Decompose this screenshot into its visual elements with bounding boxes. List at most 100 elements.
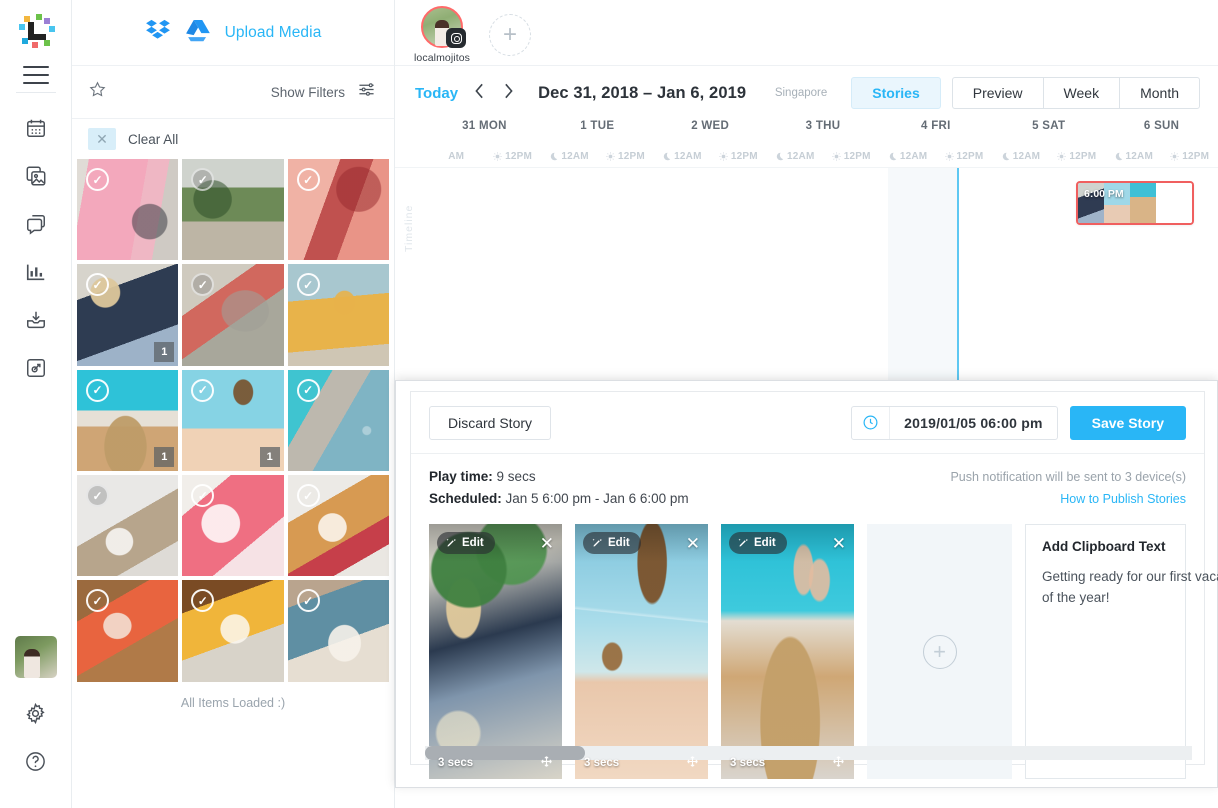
timeline-tick: 12AM (541, 151, 597, 162)
media-tile-select-check[interactable]: ✓ (296, 168, 320, 191)
clipboard-text: Getting ready for our first vaca of the y… (1042, 569, 1218, 605)
media-tile-select-check[interactable]: ✓ (296, 273, 320, 297)
clear-all-button[interactable]: Clear All (128, 132, 178, 147)
today-button[interactable]: Today (415, 85, 458, 102)
edit-slide-button[interactable]: Edit (729, 532, 787, 554)
menu-toggle-icon[interactable] (22, 66, 49, 84)
favorites-star-icon[interactable] (88, 80, 107, 104)
media-tile[interactable]: ✓ (182, 580, 284, 682)
media-tile[interactable]: ✓ 1 (182, 369, 284, 472)
app-root: Upload Media Show Filters ✕ Clear All ✓ … (0, 0, 1218, 808)
media-tile-select-check[interactable]: ✓ (296, 589, 320, 613)
next-week-button[interactable] (501, 83, 516, 104)
scheduled-story-block[interactable]: 6:00 PM (1076, 181, 1194, 225)
dropbox-icon[interactable] (145, 17, 171, 48)
remove-slide-button[interactable]: ✕ (686, 535, 700, 552)
slide-duration: 3 secs (584, 757, 620, 769)
media-tile[interactable]: ✓ (287, 580, 389, 682)
tab-preview[interactable]: Preview (951, 77, 1044, 109)
day-header-row: 31 MON 1 TUE 2 WED 3 THU 4 FRI 5 SAT 6 SUN (395, 120, 1218, 146)
media-tile[interactable]: ✓ (182, 264, 284, 366)
save-story-button[interactable]: Save Story (1069, 405, 1186, 440)
timeline-tick-label: 12PM (1069, 151, 1097, 162)
media-tile-select-check[interactable]: ✓ (86, 378, 109, 402)
timeline-tick: 12PM (484, 151, 540, 162)
avatar (421, 6, 466, 48)
timezone-label: Singapore (774, 87, 828, 99)
upload-media-button[interactable]: Upload Media (225, 24, 322, 42)
media-tile-select-check[interactable]: ✓ (191, 378, 215, 402)
remove-slide-button[interactable]: ✕ (540, 535, 554, 552)
media-grid: ✓ ✓ ✓ ✓ 1 ✓ ✓ ✓ 1 ✓ 1 ✓ ✓ ✓ ✓ ✓ ✓ ✓ (77, 159, 389, 682)
slide-bottom-bar: 3 secs (429, 747, 562, 779)
schedule-datetime-value: 2019/01/05 06:00 pm (904, 414, 1043, 431)
how-to-publish-link[interactable]: How to Publish Stories (950, 488, 1186, 510)
add-profile-button[interactable]: + (489, 14, 531, 56)
story-slide[interactable]: Edit ✕ 3 secs (721, 524, 854, 779)
media-tile[interactable]: ✓ (287, 264, 389, 366)
story-slide[interactable]: Edit ✕ 3 secs (575, 524, 708, 779)
timeline-tick: 12AM (879, 151, 935, 162)
editor-meta-right: Push notification will be sent to 3 devi… (950, 466, 1186, 510)
slide-duration: 3 secs (730, 757, 766, 769)
sidebar-item-collect[interactable] (23, 307, 49, 333)
media-tile[interactable]: ✓ (77, 580, 179, 682)
prev-week-button[interactable] (472, 83, 487, 104)
media-tile[interactable]: ✓ (77, 475, 179, 577)
media-tile[interactable]: ✓ (287, 475, 389, 577)
timeline-tick-label: 12PM (956, 151, 984, 162)
media-tile[interactable]: ✓ 1 (77, 369, 179, 472)
drag-handle-icon[interactable] (832, 755, 845, 771)
timeline-tick-label: 12PM (730, 151, 758, 162)
slide-top-bar: Edit ✕ (721, 524, 854, 562)
discard-story-button[interactable]: Discard Story (429, 405, 552, 440)
timeline-grid[interactable]: Timeline 6:00 PM (395, 168, 1218, 403)
sidebar-item-conversations[interactable] (23, 211, 49, 237)
clear-filter-chip[interactable]: ✕ (88, 128, 116, 150)
remove-slide-button[interactable]: ✕ (832, 535, 846, 552)
sidebar-item-linkinbio[interactable] (23, 355, 49, 381)
slide-top-bar: Edit ✕ (575, 524, 708, 562)
schedule-datetime-field[interactable]: 2019/01/05 06:00 pm (851, 405, 1058, 440)
timeline-tick: 12PM (936, 151, 992, 162)
sidebar-item-media[interactable] (23, 163, 49, 189)
clipboard-text-panel[interactable]: Add Clipboard Text Getting ready for our… (1025, 524, 1218, 779)
edit-slide-button[interactable]: Edit (583, 532, 641, 554)
account-avatar[interactable] (14, 636, 57, 678)
brand-logo-icon[interactable] (16, 12, 56, 52)
tab-week[interactable]: Week (1042, 77, 1121, 109)
media-tile[interactable]: ✓ 1 (77, 264, 179, 366)
filter-bar: Show Filters (72, 66, 394, 119)
media-tile-select-check[interactable]: ✓ (296, 484, 320, 508)
media-tile[interactable]: ✓ (287, 369, 389, 472)
media-grid-scroll[interactable]: ✓ ✓ ✓ ✓ 1 ✓ ✓ ✓ 1 ✓ 1 ✓ ✓ ✓ ✓ ✓ ✓ ✓ All Items Loaded :) (72, 159, 394, 808)
drag-handle-icon[interactable] (540, 755, 553, 771)
filter-sliders-icon[interactable] (357, 81, 376, 103)
tab-month[interactable]: Month (1119, 77, 1200, 109)
media-library-panel: Upload Media Show Filters ✕ Clear All ✓ … (72, 0, 395, 808)
story-block-time: 6:00 PM (1084, 188, 1124, 200)
story-slide[interactable]: Edit ✕ 3 secs (429, 524, 562, 779)
profile-username: localmojitos (413, 52, 471, 64)
media-tile[interactable]: ✓ (182, 159, 284, 261)
edit-slide-button[interactable]: Edit (437, 532, 495, 554)
timeline-tick-label: 12PM (505, 151, 533, 162)
day-column-label: 5 SAT (1032, 120, 1066, 132)
settings-gear-icon[interactable] (23, 700, 49, 726)
media-tile[interactable]: ✓ (77, 159, 179, 261)
media-tile[interactable]: ✓ (182, 475, 284, 577)
sidebar-item-calendar[interactable] (23, 115, 49, 141)
show-filters-button[interactable]: Show Filters (271, 85, 345, 100)
add-slide-button[interactable]: + (867, 524, 1012, 779)
sidebar-item-analytics[interactable] (23, 259, 49, 285)
media-tile-select-check[interactable]: ✓ (86, 484, 109, 508)
media-tile-select-check[interactable]: ✓ (86, 168, 109, 191)
media-tile-select-check[interactable]: ✓ (296, 378, 320, 402)
social-profile-localmojitos[interactable]: localmojitos (413, 6, 471, 64)
drag-handle-icon[interactable] (686, 755, 699, 771)
help-icon[interactable] (23, 748, 49, 774)
media-tile[interactable]: ✓ (287, 159, 389, 261)
tab-stories[interactable]: Stories (851, 77, 941, 109)
timeline-tick-label: 12AM (899, 151, 928, 162)
google-drive-icon[interactable] (185, 17, 211, 48)
